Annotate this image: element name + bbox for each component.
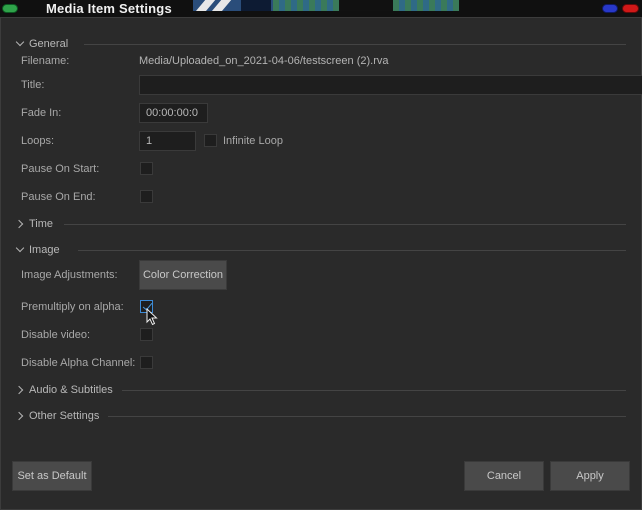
pause-on-start-label: Pause On Start: [21,163,100,175]
disable-alpha-label: Disable Alpha Channel: [21,357,136,369]
section-audio-subtitles-label: Audio & Subtitles [29,384,113,396]
filename-label: Filename: [21,55,70,67]
set-as-default-button[interactable]: Set as Default [12,461,92,491]
section-audio-subtitles-toggle[interactable]: Audio & Subtitles [16,383,113,397]
section-other-settings-toggle[interactable]: Other Settings [16,409,99,423]
premultiply-label: Premultiply on alpha: [21,301,124,313]
fade-in-input[interactable]: 00:00:00:0 [139,103,208,123]
chevron-right-icon [16,219,26,229]
pause-on-end-label: Pause On End: [21,191,96,203]
section-general-label: General [29,38,69,50]
disable-alpha-checkbox[interactable] [140,356,153,369]
title-label: Title: [21,79,45,91]
loops-label: Loops: [21,135,55,147]
image-adjustments-label: Image Adjustments: [21,269,118,281]
section-divider [64,224,626,225]
window-close-button[interactable] [2,4,18,13]
infinite-loop-checkbox[interactable] [204,134,217,147]
media-thumbnail [193,0,459,11]
chevron-down-icon [16,245,26,255]
section-other-settings-label: Other Settings [29,410,100,422]
section-time-toggle[interactable]: Time [16,217,53,231]
section-divider [84,44,626,45]
section-divider [108,416,626,417]
disable-video-checkbox[interactable] [140,328,153,341]
apply-button[interactable]: Apply [550,461,630,491]
window-minimize-button[interactable] [602,4,618,13]
section-time-label: Time [29,218,54,230]
title-input[interactable] [139,75,642,95]
chevron-right-icon [16,385,26,395]
section-general-toggle[interactable]: General [16,37,68,51]
mouse-cursor-icon [146,308,158,326]
window-maximize-button[interactable] [622,4,639,13]
infinite-loop-label: Infinite Loop [223,135,283,147]
loops-input[interactable]: 1 [139,131,196,151]
pause-on-end-checkbox[interactable] [140,190,153,203]
section-divider [122,390,626,391]
fade-in-label: Fade In: [21,107,62,119]
section-divider [78,250,626,251]
color-correction-button[interactable]: Color Correction [139,260,227,290]
title-bar: Media Item Settings [0,0,642,17]
window-title: Media Item Settings [46,1,172,16]
section-image-toggle[interactable]: Image [16,243,60,257]
pause-on-start-checkbox[interactable] [140,162,153,175]
disable-video-label: Disable video: [21,329,91,341]
filename-value: Media/Uploaded_on_2021-04-06/testscreen … [139,55,389,67]
chevron-down-icon [16,39,26,49]
chevron-right-icon [16,411,26,421]
section-image-label: Image [29,244,60,256]
cancel-button[interactable]: Cancel [464,461,544,491]
